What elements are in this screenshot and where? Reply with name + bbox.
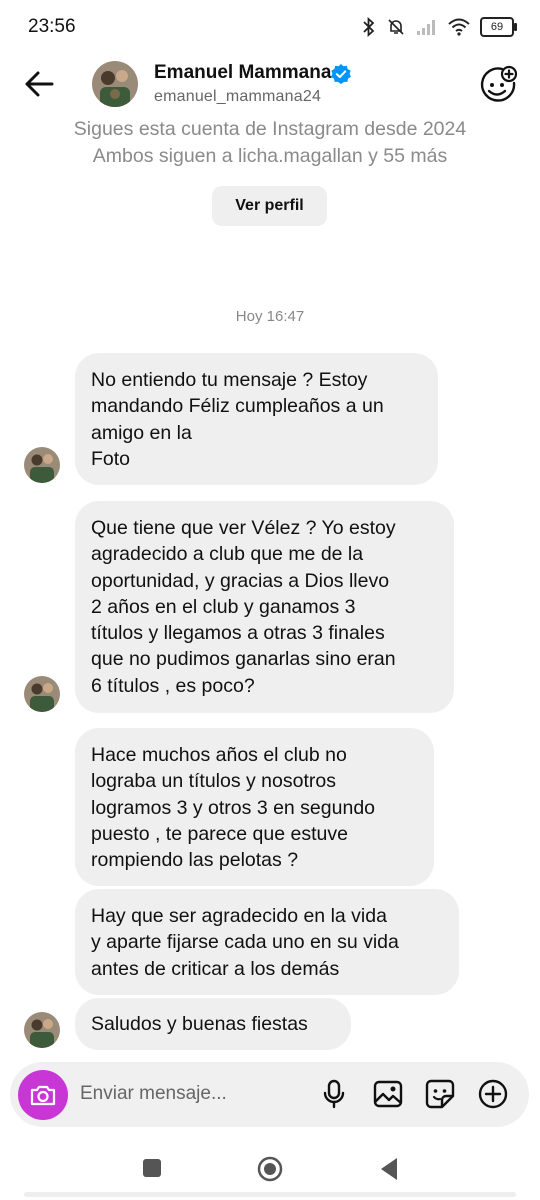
battery-indicator: 69 xyxy=(480,17,517,37)
camera-button[interactable] xyxy=(18,1070,68,1120)
follow-since-text: Sigues esta cuenta de Instagram desde 20… xyxy=(73,118,467,140)
bluetooth-icon xyxy=(363,17,375,37)
sender-avatar[interactable] xyxy=(24,1012,60,1048)
contact-username: emanuel_mammana24 xyxy=(154,88,322,105)
message-bubble[interactable]: Hay que ser agradecido en la vida y apar… xyxy=(75,889,459,995)
image-icon[interactable] xyxy=(372,1078,404,1110)
camera-icon xyxy=(30,1085,56,1106)
mute-bell-icon xyxy=(388,19,404,35)
message-input[interactable]: Enviar mensaje... xyxy=(80,1083,227,1105)
sender-avatar[interactable] xyxy=(24,447,60,483)
plus-circle-icon[interactable] xyxy=(477,1078,509,1110)
wifi-icon xyxy=(448,18,470,36)
verified-badge-icon xyxy=(331,64,351,84)
mutual-followers-text[interactable]: Ambos siguen a licha.magallan y 55 más xyxy=(0,145,540,168)
home-button-icon[interactable] xyxy=(257,1156,283,1182)
sender-avatar[interactable] xyxy=(24,676,60,712)
sticker-face-plus-icon[interactable] xyxy=(478,65,518,105)
status-icons: 69 xyxy=(362,14,517,40)
gesture-bar xyxy=(24,1192,516,1197)
signal-icon xyxy=(417,20,435,35)
message-bubble[interactable]: Hace muchos años el club no lograba un t… xyxy=(75,728,434,886)
view-profile-button[interactable]: Ver perfil xyxy=(212,186,327,226)
header-avatar[interactable] xyxy=(92,61,138,107)
status-time: 23:56 xyxy=(28,16,76,37)
recent-apps-button[interactable] xyxy=(143,1159,161,1177)
back-arrow-icon[interactable] xyxy=(20,64,60,104)
microphone-icon[interactable] xyxy=(318,1078,350,1110)
message-bubble[interactable]: Que tiene que ver Vélez ? Yo estoy agrad… xyxy=(75,501,454,713)
message-bubble[interactable]: No entiendo tu mensaje ? Estoy mandando … xyxy=(75,353,438,485)
contact-name[interactable]: Emanuel Mammana xyxy=(154,62,331,84)
time-separator: Hoy 16:47 xyxy=(235,308,305,325)
message-bubble[interactable]: Saludos y buenas fiestas xyxy=(75,998,351,1050)
nav-back-icon[interactable] xyxy=(378,1156,400,1182)
sticker-icon[interactable] xyxy=(424,1078,456,1110)
